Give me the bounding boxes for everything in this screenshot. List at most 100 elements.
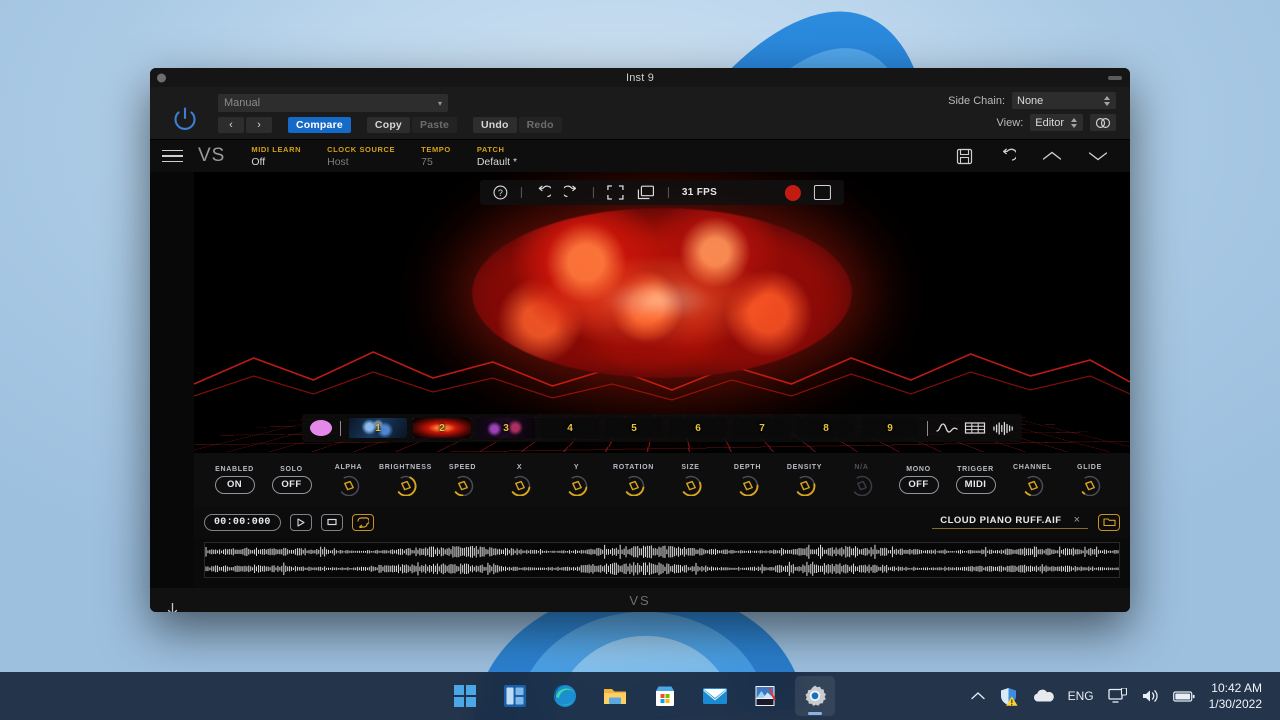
compare-button[interactable]: Compare: [288, 117, 351, 133]
sidechain-label: Side Chain:: [948, 94, 1005, 107]
sidechain-select[interactable]: None: [1012, 92, 1116, 109]
param-knob[interactable]: [503, 474, 537, 496]
plugin-content: ? 31 FPS 1 2 3 4 5 6 7 8 9 ENABLED ON SO…: [194, 172, 1130, 588]
param-knob[interactable]: [788, 474, 822, 496]
param-knob[interactable]: [446, 474, 480, 496]
prev-preset-button[interactable]: ‹: [218, 117, 244, 133]
preset-value: Manual: [224, 97, 261, 109]
param-knob[interactable]: [1073, 474, 1107, 496]
undo-arrow-icon[interactable]: [999, 148, 1016, 165]
layer-slot-2[interactable]: 2: [413, 418, 471, 438]
help-icon[interactable]: ?: [493, 185, 508, 200]
undo-icon[interactable]: [535, 185, 551, 200]
param-knob[interactable]: [731, 474, 765, 496]
microsoft-store-button[interactable]: [645, 676, 685, 716]
save-icon[interactable]: [956, 148, 973, 165]
midi-learn-field[interactable]: MIDI LEARN Off: [251, 145, 301, 168]
folder-icon[interactable]: [1098, 513, 1120, 531]
param-label: GLIDE: [1077, 463, 1102, 471]
waveform-display[interactable]: [204, 542, 1120, 578]
paste-button[interactable]: Paste: [411, 117, 458, 133]
param-label: DENSITY: [786, 463, 823, 471]
close-icon[interactable]: ×: [1074, 515, 1080, 526]
clock-source-field[interactable]: CLOCK SOURCE Host: [327, 145, 395, 168]
layer-slot-1[interactable]: 1: [349, 418, 407, 438]
sample-file-field[interactable]: CLOUD PIANO RUFF.AIF ×: [932, 515, 1088, 529]
waveform-channel-right: [205, 561, 1119, 576]
vs-logo: VS: [198, 145, 226, 166]
patch-field[interactable]: PATCH Default *: [477, 145, 517, 168]
chevron-up-icon[interactable]: [1042, 150, 1062, 162]
onedrive-icon[interactable]: [1026, 676, 1060, 716]
photos-button[interactable]: [745, 676, 785, 716]
layer-slot-4[interactable]: 4: [541, 418, 599, 438]
param-toggle[interactable]: OFF: [271, 475, 312, 494]
view-select[interactable]: Editor: [1030, 114, 1083, 131]
settings-button[interactable]: [795, 676, 835, 716]
redo-button[interactable]: Redo: [518, 117, 562, 133]
view-value: Editor: [1035, 116, 1064, 129]
blend-mode-swatch[interactable]: [310, 420, 332, 436]
close-icon[interactable]: [157, 73, 166, 82]
link-icon[interactable]: [1090, 114, 1116, 131]
param-knob[interactable]: [1016, 474, 1050, 496]
volume-icon[interactable]: [1135, 676, 1165, 716]
copy-button[interactable]: Copy: [366, 117, 410, 133]
param-toggle[interactable]: MIDI: [955, 475, 996, 494]
download-icon[interactable]: [150, 602, 194, 612]
battery-icon[interactable]: [1167, 676, 1201, 716]
param-speed: SPEED: [434, 464, 491, 496]
visualizer-canvas[interactable]: ? 31 FPS 1 2 3 4 5 6 7 8 9: [194, 172, 1130, 452]
tempo-field[interactable]: TEMPO 75: [421, 145, 451, 168]
windows-security-icon[interactable]: [993, 676, 1024, 716]
param-label: SIZE: [681, 463, 700, 471]
layer-slot-5[interactable]: 5: [605, 418, 663, 438]
layer-slot-9[interactable]: 9: [861, 418, 919, 438]
taskbar-clock[interactable]: 10:42 AM 1/30/2022: [1203, 672, 1272, 720]
minimize-icon[interactable]: [1108, 75, 1122, 80]
next-preset-button[interactable]: ›: [246, 117, 272, 133]
param-knob[interactable]: [560, 474, 594, 496]
param-label: ENABLED: [215, 465, 254, 473]
wave-icon[interactable]: [936, 420, 958, 436]
tray-chevron-up-icon[interactable]: [965, 676, 991, 716]
menu-icon[interactable]: [150, 149, 194, 163]
plugin-body: ? 31 FPS 1 2 3 4 5 6 7 8 9 ENABLED ON SO…: [150, 172, 1130, 612]
layer-slot-7[interactable]: 7: [733, 418, 791, 438]
layer-slot-8[interactable]: 8: [797, 418, 855, 438]
param-toggle[interactable]: ON: [214, 475, 255, 494]
param-toggle[interactable]: OFF: [898, 475, 939, 494]
layer-strip: 1 2 3 4 5 6 7 8 9: [302, 414, 1022, 442]
bars-icon[interactable]: [992, 420, 1014, 436]
fullscreen-icon[interactable]: [607, 185, 624, 200]
timecode-display[interactable]: 00:00:000: [204, 513, 281, 531]
play-button[interactable]: [289, 513, 312, 531]
param-knob[interactable]: [674, 474, 708, 496]
layer-slot-6[interactable]: 6: [669, 418, 727, 438]
stop-button[interactable]: [320, 513, 343, 531]
redo-icon[interactable]: [563, 185, 580, 200]
param-knob[interactable]: [389, 474, 423, 496]
loop-button[interactable]: [351, 513, 374, 531]
patch-value: Default *: [476, 155, 518, 168]
plugin-titlebar[interactable]: Inst 9: [150, 68, 1130, 87]
layer-slot-3[interactable]: 3: [477, 418, 535, 438]
popout-window-icon[interactable]: [637, 185, 655, 200]
preset-select[interactable]: Manual ▾: [218, 94, 448, 112]
edge-button[interactable]: [545, 676, 585, 716]
start-button[interactable]: [445, 676, 485, 716]
chevron-down-icon[interactable]: [1088, 150, 1108, 162]
mail-button[interactable]: [695, 676, 735, 716]
power-icon[interactable]: [170, 104, 200, 134]
undo-button[interactable]: Undo: [473, 117, 517, 133]
grid-icon[interactable]: [964, 420, 986, 436]
file-explorer-button[interactable]: [595, 676, 635, 716]
language-indicator[interactable]: ENG: [1062, 676, 1100, 716]
widgets-button[interactable]: [495, 676, 535, 716]
param-knob[interactable]: [332, 474, 366, 496]
param-knob[interactable]: [617, 474, 651, 496]
stop-button[interactable]: [814, 185, 832, 200]
record-button[interactable]: [785, 184, 802, 201]
display-icon[interactable]: [1102, 676, 1133, 716]
param-knob[interactable]: [845, 474, 879, 496]
